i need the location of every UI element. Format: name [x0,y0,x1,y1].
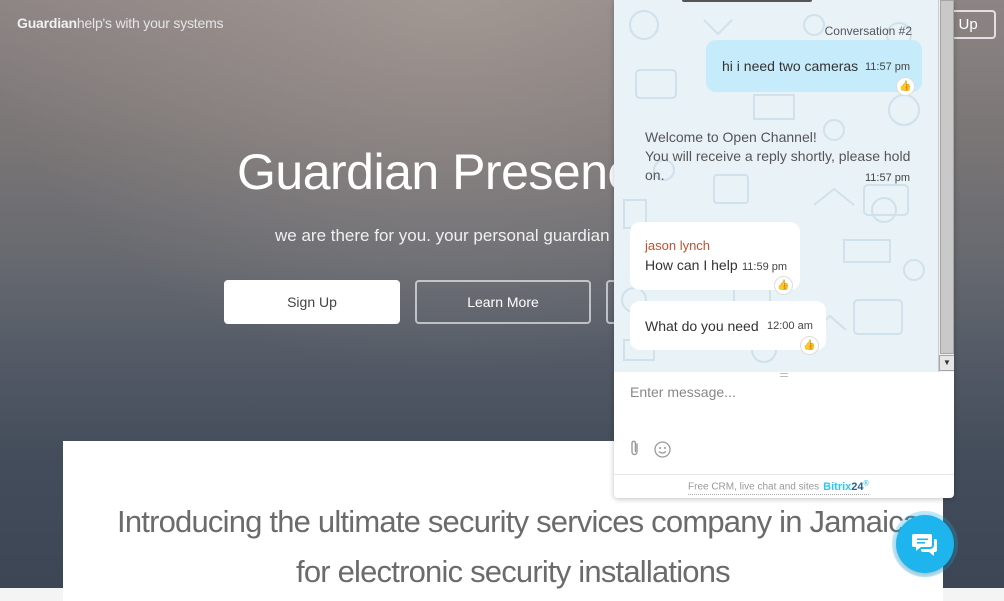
brand-name: Guardian [17,15,77,31]
learn-more-button[interactable]: Learn More [415,280,591,324]
outgoing-message: hi i need two cameras 11:57 pm [706,40,922,92]
chat-bubbles-icon [912,534,937,556]
resize-grip-icon[interactable] [780,373,788,377]
powered-text: Free CRM, live chat and sites [688,481,820,493]
system-message-line: You will receive a reply shortly, please… [645,148,911,164]
message-text: hi i need two cameras [722,58,859,74]
system-message: Welcome to Open Channel! You will receiv… [645,128,915,185]
message-author[interactable]: jason lynch [645,238,800,253]
site-brand[interactable]: Guardianhelp's with your systems [17,15,224,31]
bitrix24-logo: Bitrix24® [823,480,869,493]
page-bottom-strip [943,588,1004,601]
intro-heading-line-1: Introducing the ultimate security servic… [117,504,936,539]
thumbs-up-icon[interactable]: 👍 [896,77,915,96]
brand-tagline: help's with your systems [76,15,224,31]
conversation-label: Conversation #2 [824,24,912,38]
message-text: What do you need [645,318,759,334]
chat-footer-divider [614,474,954,475]
chat-launcher-button[interactable] [896,515,954,573]
scrollbar-thumb[interactable] [940,0,954,354]
chat-widget: Conversation #2 hi i need two cameras 11… [614,0,954,498]
incoming-message: What do you need 12:00 am [630,301,826,350]
powered-by-link[interactable]: Free CRM, live chat and sites Bitrix24® [688,480,869,495]
chat-top-edge [682,0,812,2]
paperclip-icon[interactable] [628,440,642,458]
message-time: 11:57 pm [865,61,911,73]
chat-messages-area[interactable]: Conversation #2 hi i need two cameras 11… [614,0,938,372]
message-time: 11:59 pm [742,261,788,273]
thumbs-up-icon[interactable]: 👍 [800,336,819,355]
thumbs-up-icon[interactable]: 👍 [774,276,793,295]
smiley-icon[interactable] [654,441,671,458]
message-text: How can I help [645,257,738,273]
signup-button[interactable]: Sign Up [224,280,400,324]
message-time: 11:57 pm [865,172,911,184]
system-message-line: Welcome to Open Channel! [645,129,817,145]
page-bottom-strip [0,588,63,601]
message-time: 12:00 am [767,320,813,332]
message-input[interactable] [630,382,930,402]
scroll-down-arrow-icon[interactable]: ▼ [939,355,954,371]
chat-scrollbar[interactable]: ▼ [938,0,954,372]
hero-subtitle: we are there for you. your personal guar… [275,226,630,245]
intro-heading-line-2: for electronic security installations [296,554,731,589]
